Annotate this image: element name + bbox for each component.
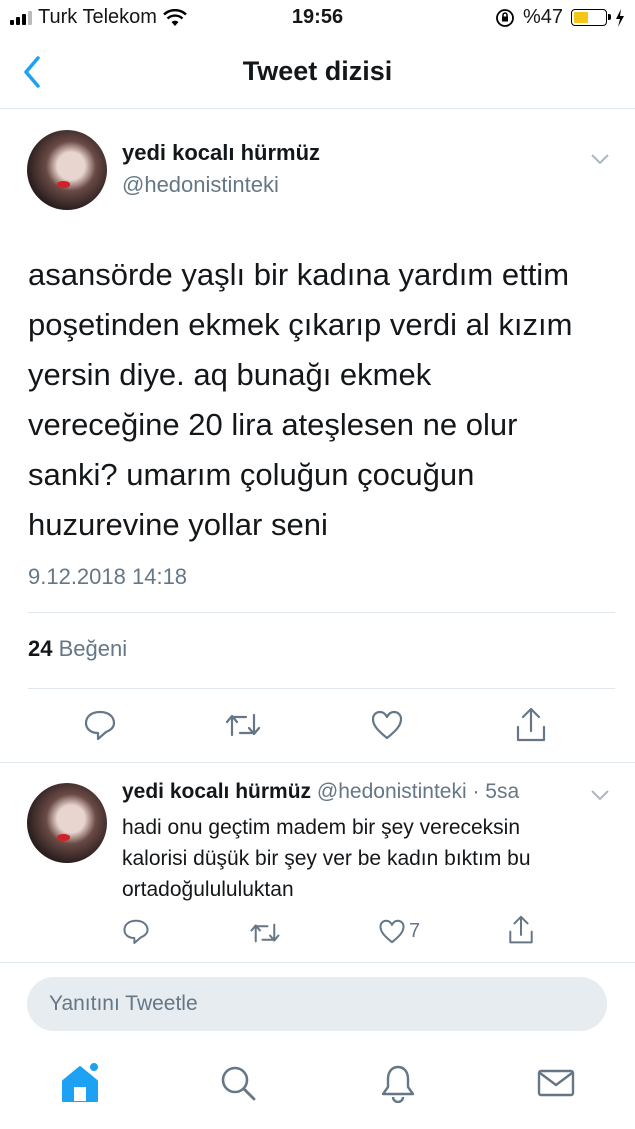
search-icon — [221, 1066, 256, 1100]
tweet-text-line: poşetinden ekmek çıkarıp verdi al kızım — [28, 307, 573, 342]
author-handle[interactable]: @hedonistinteki — [122, 172, 279, 198]
heart-icon — [379, 919, 405, 944]
tweet-text-line: vereceğine 20 lira ateşlesen ne olur — [28, 407, 518, 442]
avatar[interactable] — [27, 130, 107, 210]
tweet-text-line: huzurevine yollar seni — [28, 507, 328, 542]
heart-icon — [371, 710, 403, 740]
nav-bar: Tweet dizisi — [0, 38, 635, 109]
chevron-down-icon[interactable] — [590, 152, 610, 166]
avatar[interactable] — [27, 783, 107, 863]
section-divider — [0, 762, 635, 763]
tweet-timestamp: 9.12.2018 14:18 — [28, 564, 188, 589]
reply-icon — [123, 919, 149, 945]
divider — [28, 612, 615, 613]
like-button[interactable] — [370, 709, 404, 741]
status-bar: Turk Telekom 19:56 %47 — [0, 0, 635, 36]
reply-meta: @hedonistinteki · 5sa — [316, 780, 520, 803]
reply-reply-button[interactable] — [122, 918, 150, 945]
like-count-row[interactable]: 24 Beğeni — [28, 636, 127, 662]
reply-share-button[interactable] — [507, 915, 535, 945]
reply-text-line: hadi onu geçtim madem bir şey vereceksin — [122, 816, 521, 839]
divider — [28, 688, 615, 689]
reply-author-name[interactable]: yedi kocalı hürmüz — [122, 780, 311, 803]
share-icon — [509, 915, 533, 944]
tab-search[interactable] — [218, 1060, 258, 1105]
share-icon — [516, 707, 546, 742]
page-title: Tweet dizisi — [242, 56, 393, 86]
status-right: %47 — [495, 6, 625, 29]
reply-retweet-button[interactable] — [249, 921, 281, 945]
tweet-text-line: asansörde yaşlı bir kadına yardım ettim — [28, 257, 570, 292]
reply-like-count: 7 — [409, 920, 421, 942]
home-icon — [62, 1060, 100, 1102]
tab-messages[interactable] — [536, 1060, 576, 1105]
reply-text-line: kalorisi düşük bir şey ver be kadın bıkt… — [122, 847, 531, 870]
tweet-text-line: sanki? umarım çoluğun çocuğun — [28, 457, 475, 492]
reply-like-button[interactable]: 7 — [378, 918, 420, 945]
mail-icon — [537, 1069, 575, 1096]
tweet-text-line: yersin diye. aq bunağı ekmek — [28, 357, 432, 392]
battery-icon — [571, 9, 611, 26]
retweet-icon — [225, 713, 261, 737]
compose-placeholder: Yanıtını Tweetle — [49, 992, 198, 1015]
reply-button[interactable] — [83, 709, 117, 741]
chevron-down-icon[interactable] — [590, 788, 610, 802]
orientation-lock-icon — [496, 8, 514, 27]
like-count: 24 — [28, 636, 53, 661]
section-divider — [0, 962, 635, 963]
tab-bar — [0, 1060, 635, 1129]
like-label: Beğeni — [58, 636, 128, 661]
retweet-button[interactable] — [224, 711, 262, 739]
reply-text: hadi onu geçtim madem bir şey vereceksin… — [122, 812, 602, 905]
reply-text-line: ortadoğulululuktan — [122, 878, 294, 901]
battery-percent: %47 — [522, 6, 563, 28]
reply-icon — [84, 710, 116, 741]
reply-compose-input[interactable]: Yanıtını Tweetle — [27, 977, 607, 1031]
tab-notifications[interactable] — [378, 1060, 418, 1105]
share-button[interactable] — [514, 707, 548, 743]
retweet-icon — [250, 923, 280, 943]
author-name[interactable]: yedi kocalı hürmüz — [122, 140, 320, 166]
bell-icon — [381, 1065, 415, 1103]
charging-bolt-icon — [616, 8, 624, 27]
tab-home[interactable] — [60, 1060, 100, 1105]
reply-author-line: yedi kocalı hürmüz @hedonistinteki · 5sa — [122, 780, 519, 804]
tweet-text: asansörde yaşlı bir kadına yardım ettim … — [28, 250, 608, 550]
